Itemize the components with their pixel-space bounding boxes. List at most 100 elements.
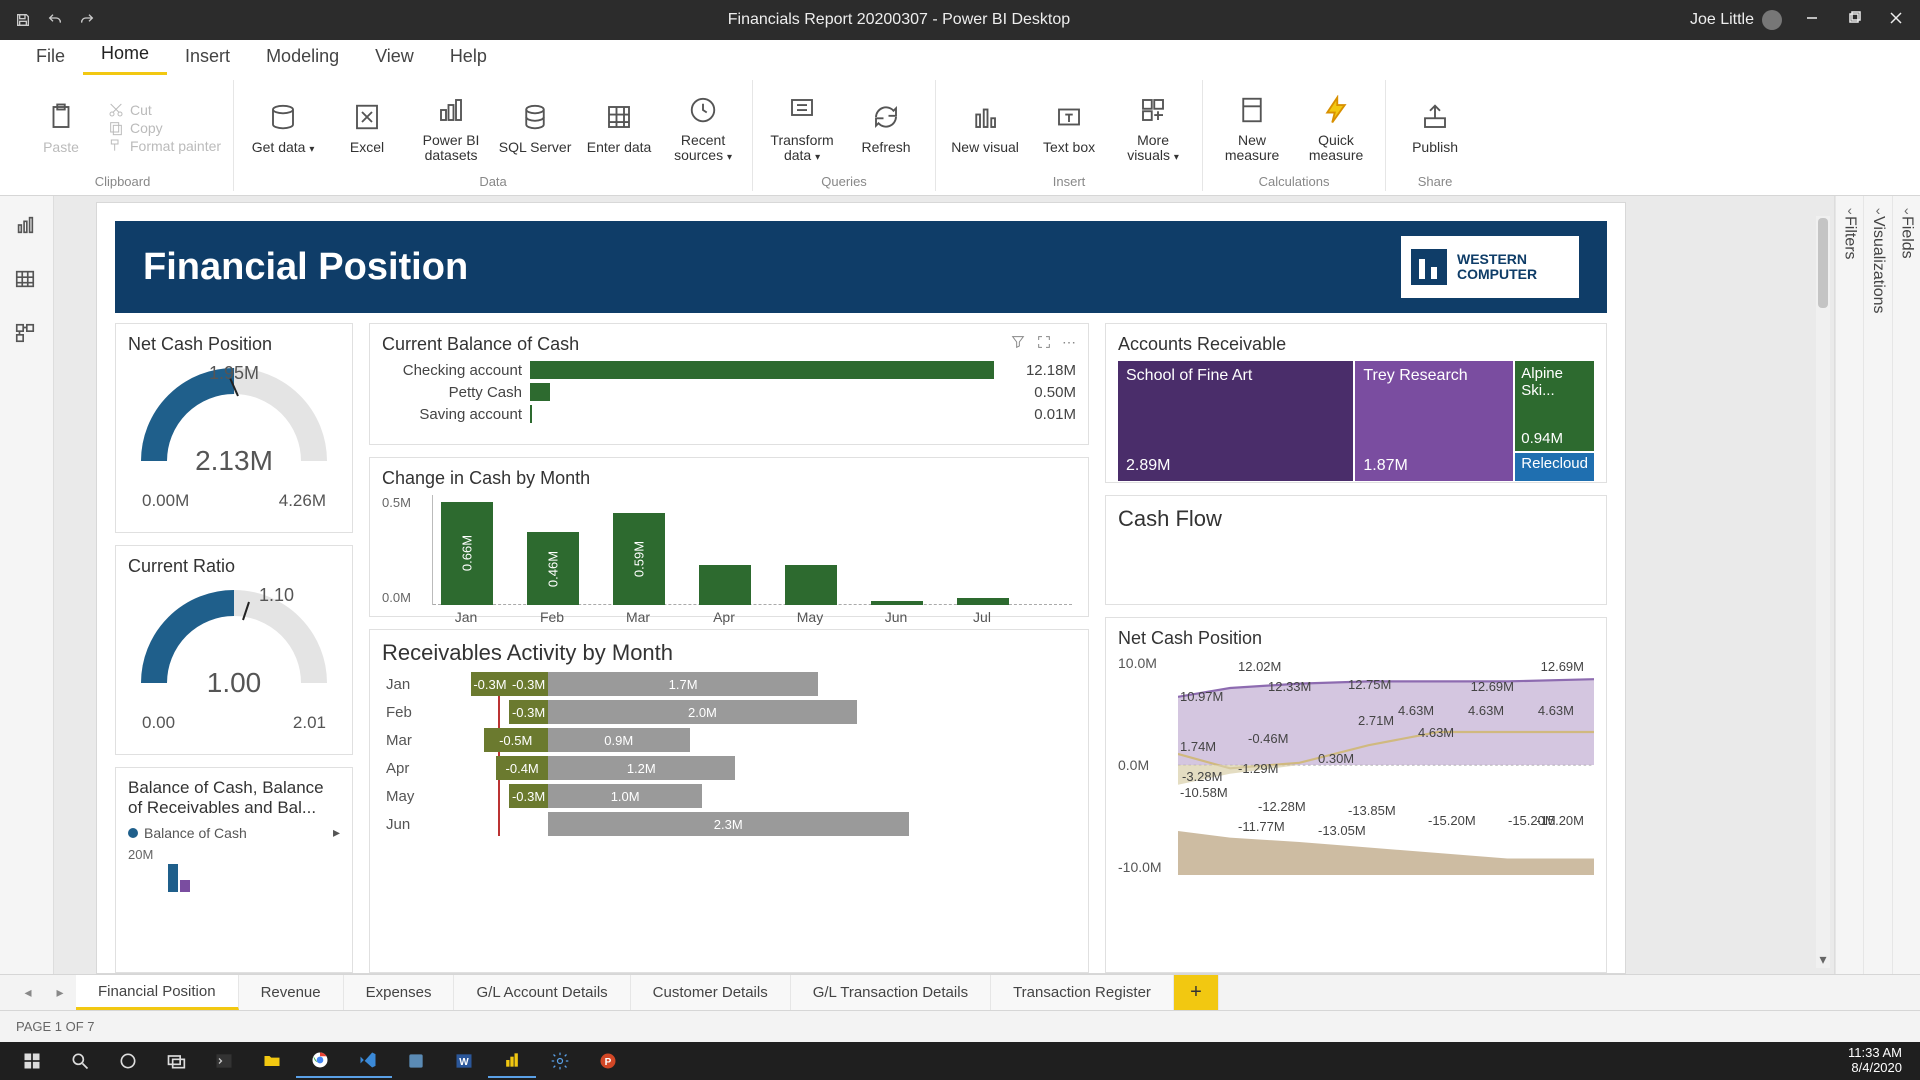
menu-home[interactable]: Home — [83, 35, 167, 75]
balance-of-cash-card[interactable]: Balance of Cash, Balance of Receivables … — [115, 767, 353, 973]
column-bar[interactable]: 0.59M — [613, 513, 665, 605]
current-balance-cash-card[interactable]: ⋯ Current Balance of Cash Checking accou… — [369, 323, 1089, 445]
pbi-datasets-button[interactable]: Power BI datasets — [414, 84, 488, 172]
column-bar[interactable]: 0.66M — [441, 502, 493, 605]
get-data-button[interactable]: Get data ▾ — [246, 84, 320, 172]
new-measure-button[interactable]: New measure — [1215, 84, 1289, 172]
refresh-button[interactable]: Refresh — [849, 84, 923, 172]
minimize-button[interactable] — [1800, 11, 1824, 30]
ribbon: Paste Cut Copy Format painter Clipboard … — [0, 76, 1920, 196]
close-button[interactable] — [1884, 11, 1908, 30]
cash-flow-card[interactable]: Cash Flow — [1105, 495, 1607, 605]
page-tab[interactable]: Financial Position — [76, 975, 239, 1010]
tab-next-button[interactable]: ▸ — [44, 975, 76, 1010]
column-bar[interactable] — [785, 565, 837, 605]
model-view-button[interactable] — [14, 322, 40, 348]
powerbi-icon[interactable] — [488, 1044, 536, 1078]
fields-pane[interactable]: ‹Fields — [1892, 196, 1920, 974]
page-indicator: PAGE 1 OF 7 — [16, 1019, 95, 1034]
cut-button[interactable]: Cut — [108, 102, 221, 118]
page-tab[interactable]: Transaction Register — [991, 975, 1174, 1010]
receivables-activity-card[interactable]: Receivables Activity by Month Jan -0.3M-… — [369, 629, 1089, 973]
column-bar[interactable]: 0.46M — [527, 532, 579, 605]
recv-row: Mar -0.5M 0.9M — [386, 728, 1076, 752]
quick-measure-button[interactable]: Quick measure — [1299, 84, 1373, 172]
format-painter-button[interactable]: Format painter — [108, 138, 221, 154]
recv-row: Feb -0.3M 2.0M — [386, 700, 1076, 724]
page-tab[interactable]: Customer Details — [631, 975, 791, 1010]
chrome-icon[interactable] — [296, 1044, 344, 1078]
cortana-icon[interactable] — [104, 1044, 152, 1078]
new-visual-button[interactable]: New visual — [948, 84, 1022, 172]
app-icon[interactable] — [392, 1044, 440, 1078]
column-bar[interactable] — [957, 598, 1009, 605]
menu-modeling[interactable]: Modeling — [248, 38, 357, 75]
focus-icon[interactable] — [1036, 334, 1052, 353]
accounts-receivable-card[interactable]: Accounts Receivable School of Fine Art2.… — [1105, 323, 1607, 483]
more-icon[interactable]: ⋯ — [1062, 334, 1076, 353]
current-ratio-gauge[interactable]: Current Ratio 1.10 1.00 0.00 2.01 — [115, 545, 353, 755]
enter-data-button[interactable]: Enter data — [582, 84, 656, 172]
treemap-tile[interactable]: Alpine Ski...0.94M — [1515, 361, 1594, 451]
quick-icon — [1319, 93, 1353, 127]
grid-icon — [602, 100, 636, 134]
vscode-icon[interactable] — [344, 1044, 392, 1078]
menu-help[interactable]: Help — [432, 38, 505, 75]
page-tab[interactable]: G/L Transaction Details — [791, 975, 991, 1010]
treemap-tile[interactable]: Trey Research1.87M — [1355, 361, 1513, 481]
column-bar[interactable] — [699, 565, 751, 605]
svg-text:P: P — [605, 1057, 612, 1068]
publish-button[interactable]: Publish — [1398, 84, 1472, 172]
report-view-button[interactable] — [14, 214, 40, 240]
net-cash-position-area-card[interactable]: Net Cash Position 10.0M 0.0M -10.0M — [1105, 617, 1607, 973]
search-icon[interactable] — [56, 1044, 104, 1078]
user-account[interactable]: Joe Little — [1690, 10, 1782, 30]
add-page-button[interactable]: + — [1174, 975, 1219, 1010]
treemap-tile[interactable]: School of Fine Art2.89M — [1118, 361, 1353, 481]
filters-pane[interactable]: ‹Filters — [1835, 196, 1863, 974]
scrollbar-thumb[interactable] — [1818, 218, 1828, 308]
system-tray[interactable]: 11:33 AM 8/4/2020 — [1848, 1046, 1912, 1076]
publish-icon — [1418, 100, 1452, 134]
page-tab[interactable]: Revenue — [239, 975, 344, 1010]
start-button[interactable] — [8, 1044, 56, 1078]
terminal-icon[interactable] — [200, 1044, 248, 1078]
menu-view[interactable]: View — [357, 38, 432, 75]
undo-icon[interactable] — [44, 9, 66, 31]
visualizations-pane[interactable]: ‹Visualizations — [1863, 196, 1891, 974]
word-icon[interactable]: W — [440, 1044, 488, 1078]
page-tab[interactable]: G/L Account Details — [454, 975, 630, 1010]
scroll-down-icon[interactable]: ▾ — [1816, 950, 1830, 968]
excel-button[interactable]: Excel — [330, 84, 404, 172]
textbox-icon — [1052, 100, 1086, 134]
maximize-button[interactable] — [1842, 11, 1866, 30]
paste-button[interactable]: Paste — [24, 84, 98, 172]
task-view-icon[interactable] — [152, 1044, 200, 1078]
sql-server-button[interactable]: SQL Server — [498, 84, 572, 172]
column-bar[interactable] — [871, 601, 923, 605]
recent-sources-button[interactable]: Recent sources ▾ — [666, 84, 740, 172]
vertical-scrollbar[interactable]: ▾ — [1816, 216, 1830, 968]
net-cash-gauge[interactable]: Net Cash Position 1.95M 2.13M 0.00M 4.26… — [115, 323, 353, 533]
transform-data-button[interactable]: Transform data ▾ — [765, 84, 839, 172]
file-explorer-icon[interactable] — [248, 1044, 296, 1078]
settings-icon[interactable] — [536, 1044, 584, 1078]
tab-prev-button[interactable]: ◂ — [12, 975, 44, 1010]
ribbon-group-data: Get data ▾ Excel Power BI datasets SQL S… — [234, 80, 753, 191]
more-visuals-button[interactable]: More visuals ▾ — [1116, 84, 1190, 172]
data-view-button[interactable] — [14, 268, 40, 294]
menu-file[interactable]: File — [18, 38, 83, 75]
treemap-tile[interactable]: Relecloud — [1515, 453, 1594, 481]
page-tab[interactable]: Expenses — [344, 975, 455, 1010]
save-icon[interactable] — [12, 9, 34, 31]
text-box-button[interactable]: Text box — [1032, 84, 1106, 172]
powerpoint-icon[interactable]: P — [584, 1044, 632, 1078]
report-canvas[interactable]: Financial Position WESTERNCOMPUTER Net C… — [96, 202, 1626, 974]
chevron-right-icon[interactable]: ▸ — [333, 824, 340, 841]
copy-button[interactable]: Copy — [108, 120, 221, 136]
filter-icon[interactable] — [1010, 334, 1026, 353]
redo-icon[interactable] — [76, 9, 98, 31]
change-in-cash-card[interactable]: Change in Cash by Month 0.5M0.0M 0.66M0.… — [369, 457, 1089, 617]
menu-insert[interactable]: Insert — [167, 38, 248, 75]
refresh-icon — [869, 100, 903, 134]
